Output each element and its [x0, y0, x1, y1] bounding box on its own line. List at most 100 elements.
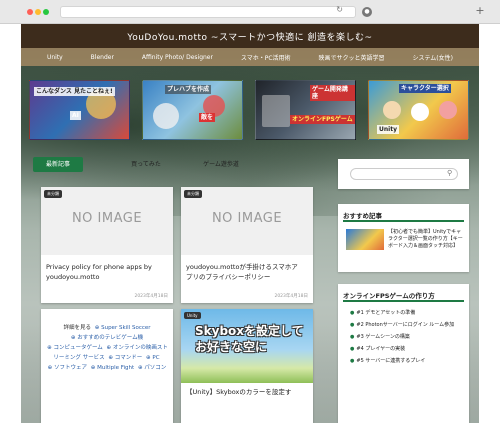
address-bar[interactable]: ↻ [60, 5, 356, 18]
tag-label: PC [152, 355, 160, 361]
recommended-thumbnail[interactable] [346, 229, 384, 250]
article-date: 2023年4月18日 [134, 294, 168, 299]
tag-link[interactable]: ⊕ パソコン [138, 365, 166, 371]
article-card[interactable]: NO IMAGE 未分類 youdoyou.mottoが手掛けるスマホアプリのプ… [181, 187, 313, 303]
tag-label: ソフトウェア [54, 365, 88, 371]
article-thumbnail: Skyboxを設定して お好きな空に [181, 309, 313, 383]
thumbnail-text-line: Skyboxを設定して [195, 324, 304, 338]
banner-art [153, 103, 179, 129]
site-header: YouDoYou.motto ~スマートかつ快適に 創造を楽しむ~ [21, 24, 479, 48]
recommended-article-title[interactable]: 【初心者でも簡単】Unityでキャラクター選択一覧の作り方【キーボード入力＆画面… [388, 229, 464, 250]
banner-art [411, 103, 429, 121]
tag-label: Super Skill Soccer [101, 325, 151, 331]
banner-subtext: 敵を [199, 113, 216, 122]
category-badge[interactable]: 未分類 [44, 190, 62, 198]
nav-item-system[interactable]: システム(女性) [412, 53, 453, 62]
nav-item-smartphone-pc[interactable]: スマホ・PC活用術 [241, 53, 291, 62]
nav-item-blender[interactable]: Blender [91, 54, 114, 61]
bullet-icon: ● [350, 346, 355, 352]
bullet-icon: ● [350, 358, 355, 364]
banner-text: キャラクター選択 [399, 84, 451, 93]
web-page: YouDoYou.motto ~スマートかつ快適に 創造を楽しむ~ Unity … [21, 24, 479, 423]
nav-item-affinity[interactable]: Affinity Photo/ Designer [142, 54, 213, 61]
list-item[interactable]: ● #4 プレイヤーの実装 [350, 346, 465, 353]
fps-series-list: ● #1 デモとアセットの準備 ● #2 Photonサーバーにログイン ルーム参加… [350, 310, 465, 370]
search-icon[interactable]: ⚲ [447, 169, 452, 177]
banner-text: プレハブを作成 [165, 85, 212, 94]
category-badge[interactable]: Unity [184, 312, 201, 319]
heading-underline [343, 300, 464, 302]
tag-link[interactable]: ⊕ Multiple Fight [91, 365, 134, 371]
recommended-widget: おすすめ記事 【初心者でも簡単】Unityでキャラクター選択一覧の作り方【キーボ… [338, 204, 469, 272]
tag-label: おすすめのテレビゲーム機 [77, 335, 144, 341]
category-badge[interactable]: 未分類 [184, 190, 202, 198]
tag-link[interactable]: ⊕ コマンドー [108, 355, 142, 361]
banner-prefab[interactable]: プレハブを作成 敵を [142, 80, 243, 140]
article-card[interactable]: NO IMAGE 未分類 Privacy policy for phone ap… [41, 187, 173, 303]
tag-link[interactable]: ⊕ PC [146, 355, 160, 361]
list-item-label: #5 サーバーに連携するプレイ [356, 358, 426, 364]
banner-subtext: オンラインFPSゲーム [290, 115, 355, 124]
tag-link[interactable]: ⊕ ソフトウェア [48, 365, 87, 371]
main-nav: Unity Blender Affinity Photo/ Designer ス… [21, 48, 479, 66]
banner-text: ゲーム開発講座 [310, 85, 355, 101]
banner-character-select[interactable]: キャラクター選択 Unity [368, 80, 469, 140]
no-image-label: NO IMAGE [71, 211, 143, 226]
article-card[interactable]: Skyboxを設定して お好きな空に Unity 【Unity】Skyboxのカ… [181, 309, 313, 423]
banner-subtext: Unity [377, 125, 399, 134]
banner-art [383, 101, 401, 119]
tag-cloud-card: 詳細を見る ⊕ Super Skill Soccer ⊕ おすすめのテレビゲーム… [41, 309, 173, 423]
list-item-label: #1 デモとアセットの準備 [356, 310, 416, 316]
banner-subtext: AI [70, 111, 81, 120]
banner-art [439, 101, 457, 119]
thumbnail-text: Skyboxを設定して お好きな空に [195, 323, 304, 355]
list-item[interactable]: ● #5 サーバーに連携するプレイ [350, 358, 465, 365]
heading-underline [343, 220, 464, 222]
close-window-icon[interactable] [27, 9, 33, 15]
nav-item-english[interactable]: 映画でサクッと英語学習 [318, 53, 384, 62]
article-title[interactable]: youdoyou.mottoが手掛けるスマホアプリのプライバシーポリシー [186, 262, 304, 282]
tag-label: パソコン [144, 365, 167, 371]
tag-label: Multiple Fight [97, 365, 135, 371]
bullet-icon: ● [350, 322, 355, 328]
download-icon[interactable]: ● [362, 7, 372, 17]
nav-item-unity[interactable]: Unity [47, 54, 63, 61]
browser-toolbar: ↻ ● + [0, 0, 500, 24]
list-item[interactable]: ● #1 デモとアセットの準備 [350, 310, 465, 317]
search-input[interactable] [350, 168, 458, 180]
maximize-window-icon[interactable] [43, 9, 49, 15]
list-item-label: #4 プレイヤーの実装 [356, 346, 406, 352]
article-title[interactable]: Privacy policy for phone apps by youdoyo… [46, 262, 164, 282]
banner-carousel: こんなダンス 見たことねぇ! AI プレハブを作成 敵を ゲーム開発講座 オンラ… [29, 80, 471, 140]
sidebar-search-box: ⚲ [338, 159, 469, 189]
tag-link[interactable]: ⊕ コンピュータゲーム [47, 345, 103, 351]
tag-link[interactable]: ⊕ おすすめのテレビゲーム機 [71, 335, 143, 341]
site-title[interactable]: YouDoYou.motto ~スマートかつ快適に 創造を楽しむ~ [21, 30, 479, 43]
tab-game-walk[interactable]: ゲーム遊歩道 [196, 157, 246, 172]
tag-label: コンピュータゲーム [53, 345, 103, 351]
list-item[interactable]: ● #3 ゲームシーンの構築 [350, 334, 465, 341]
thumbnail-text-line: お好きな空に [195, 340, 268, 354]
banner-art [262, 95, 290, 127]
article-title[interactable]: 【Unity】Skyboxのカラーを設定す [186, 387, 304, 397]
reload-icon[interactable]: ↻ [336, 5, 343, 14]
tag-more-link[interactable]: 詳細を見る [63, 325, 91, 331]
list-item-label: #3 ゲームシーンの構築 [356, 334, 410, 340]
banner-dance[interactable]: こんなダンス 見たことねぇ! AI [29, 80, 130, 140]
bullet-icon: ● [350, 334, 355, 340]
tag-cloud: 詳細を見る ⊕ Super Skill Soccer ⊕ おすすめのテレビゲーム… [45, 323, 169, 373]
recommended-heading: おすすめ記事 [343, 212, 382, 220]
article-date: 2023年4月18日 [274, 294, 308, 299]
tag-link[interactable]: ⊕ Super Skill Soccer [95, 325, 151, 331]
minimize-window-icon[interactable] [35, 9, 41, 15]
list-item-label: #2 Photonサーバーにログイン ルーム参加 [356, 322, 455, 328]
bullet-icon: ● [350, 310, 355, 316]
tab-latest[interactable]: 最新記事 [33, 157, 83, 172]
list-item[interactable]: ● #2 Photonサーバーにログイン ルーム参加 [350, 322, 465, 329]
tab-purchased[interactable]: 買ってみた [121, 157, 171, 172]
new-tab-icon[interactable]: + [473, 4, 487, 18]
tag-label: コマンドー [114, 355, 143, 361]
banner-fps[interactable]: ゲーム開発講座 オンラインFPSゲーム [255, 80, 356, 140]
banner-text: こんなダンス 見たことねぇ! [34, 87, 115, 96]
fps-series-heading: オンラインFPSゲームの作り方 [343, 292, 435, 300]
